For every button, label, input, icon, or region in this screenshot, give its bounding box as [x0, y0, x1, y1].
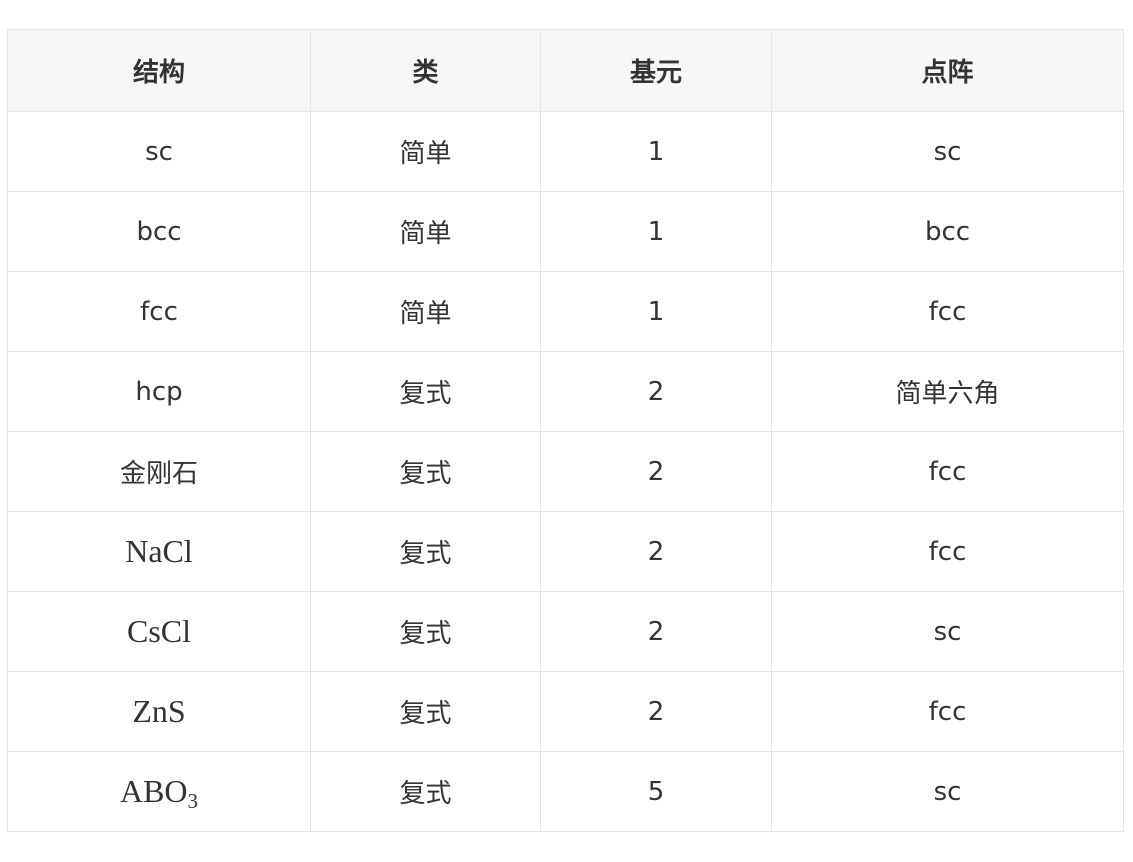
cell-lattice: 简单六角 — [771, 351, 1124, 432]
cell-lattice: bcc — [771, 191, 1124, 272]
cell-basis: 2 — [540, 431, 772, 512]
cell-basis: 1 — [540, 271, 772, 352]
cell-structure: NaCl — [7, 511, 311, 592]
cell-basis: 2 — [540, 671, 772, 752]
cell-lattice: sc — [771, 591, 1124, 672]
formula-main: ABO — [119, 773, 188, 809]
formula-subscript: 3 — [187, 789, 199, 813]
crystal-structure-table: 结构 类 基元 点阵 sc 简单 1 sc bcc 简单 1 bcc fcc 简… — [7, 29, 1124, 832]
cell-lattice: fcc — [771, 271, 1124, 352]
cell-basis: 2 — [540, 351, 772, 432]
cell-structure: sc — [7, 111, 311, 192]
cell-structure: 金刚石 — [7, 431, 311, 512]
header-structure: 结构 — [7, 29, 311, 112]
cell-type: 复式 — [310, 751, 541, 832]
table-row: fcc 简单 1 fcc — [7, 271, 1124, 352]
table-row: bcc 简单 1 bcc — [7, 191, 1124, 272]
table-row: 金刚石 复式 2 fcc — [7, 431, 1124, 512]
table-row: hcp 复式 2 简单六角 — [7, 351, 1124, 432]
table-row: CsCl 复式 2 sc — [7, 591, 1124, 672]
cell-type: 复式 — [310, 351, 541, 432]
cell-type: 简单 — [310, 111, 541, 192]
cell-basis: 5 — [540, 751, 772, 832]
cell-type: 复式 — [310, 591, 541, 672]
table-container: 结构 类 基元 点阵 sc 简单 1 sc bcc 简单 1 bcc fcc 简… — [7, 29, 1124, 832]
header-type: 类 — [310, 29, 541, 112]
cell-lattice: sc — [771, 111, 1124, 192]
table-row: ZnS 复式 2 fcc — [7, 671, 1124, 752]
cell-structure: bcc — [7, 191, 311, 272]
cell-basis: 1 — [540, 111, 772, 192]
cell-basis: 2 — [540, 591, 772, 672]
table-row: sc 简单 1 sc — [7, 111, 1124, 192]
cell-type: 复式 — [310, 431, 541, 512]
cell-lattice: fcc — [771, 511, 1124, 592]
cell-basis: 1 — [540, 191, 772, 272]
cell-structure: CsCl — [7, 591, 311, 672]
header-lattice: 点阵 — [771, 29, 1124, 112]
table-row: NaCl 复式 2 fcc — [7, 511, 1124, 592]
cell-type: 复式 — [310, 511, 541, 592]
cell-type: 简单 — [310, 191, 541, 272]
cell-structure: ZnS — [7, 671, 311, 752]
cell-lattice: fcc — [771, 671, 1124, 752]
cell-type: 简单 — [310, 271, 541, 352]
cell-structure: hcp — [7, 351, 311, 432]
cell-type: 复式 — [310, 671, 541, 752]
cell-structure: ABO3 — [7, 751, 311, 832]
cell-structure: fcc — [7, 271, 311, 352]
table-header-row: 结构 类 基元 点阵 — [7, 29, 1124, 112]
cell-basis: 2 — [540, 511, 772, 592]
header-basis: 基元 — [540, 29, 772, 112]
cell-lattice: fcc — [771, 431, 1124, 512]
table-row: ABO3 复式 5 sc — [7, 751, 1124, 832]
cell-lattice: sc — [771, 751, 1124, 832]
